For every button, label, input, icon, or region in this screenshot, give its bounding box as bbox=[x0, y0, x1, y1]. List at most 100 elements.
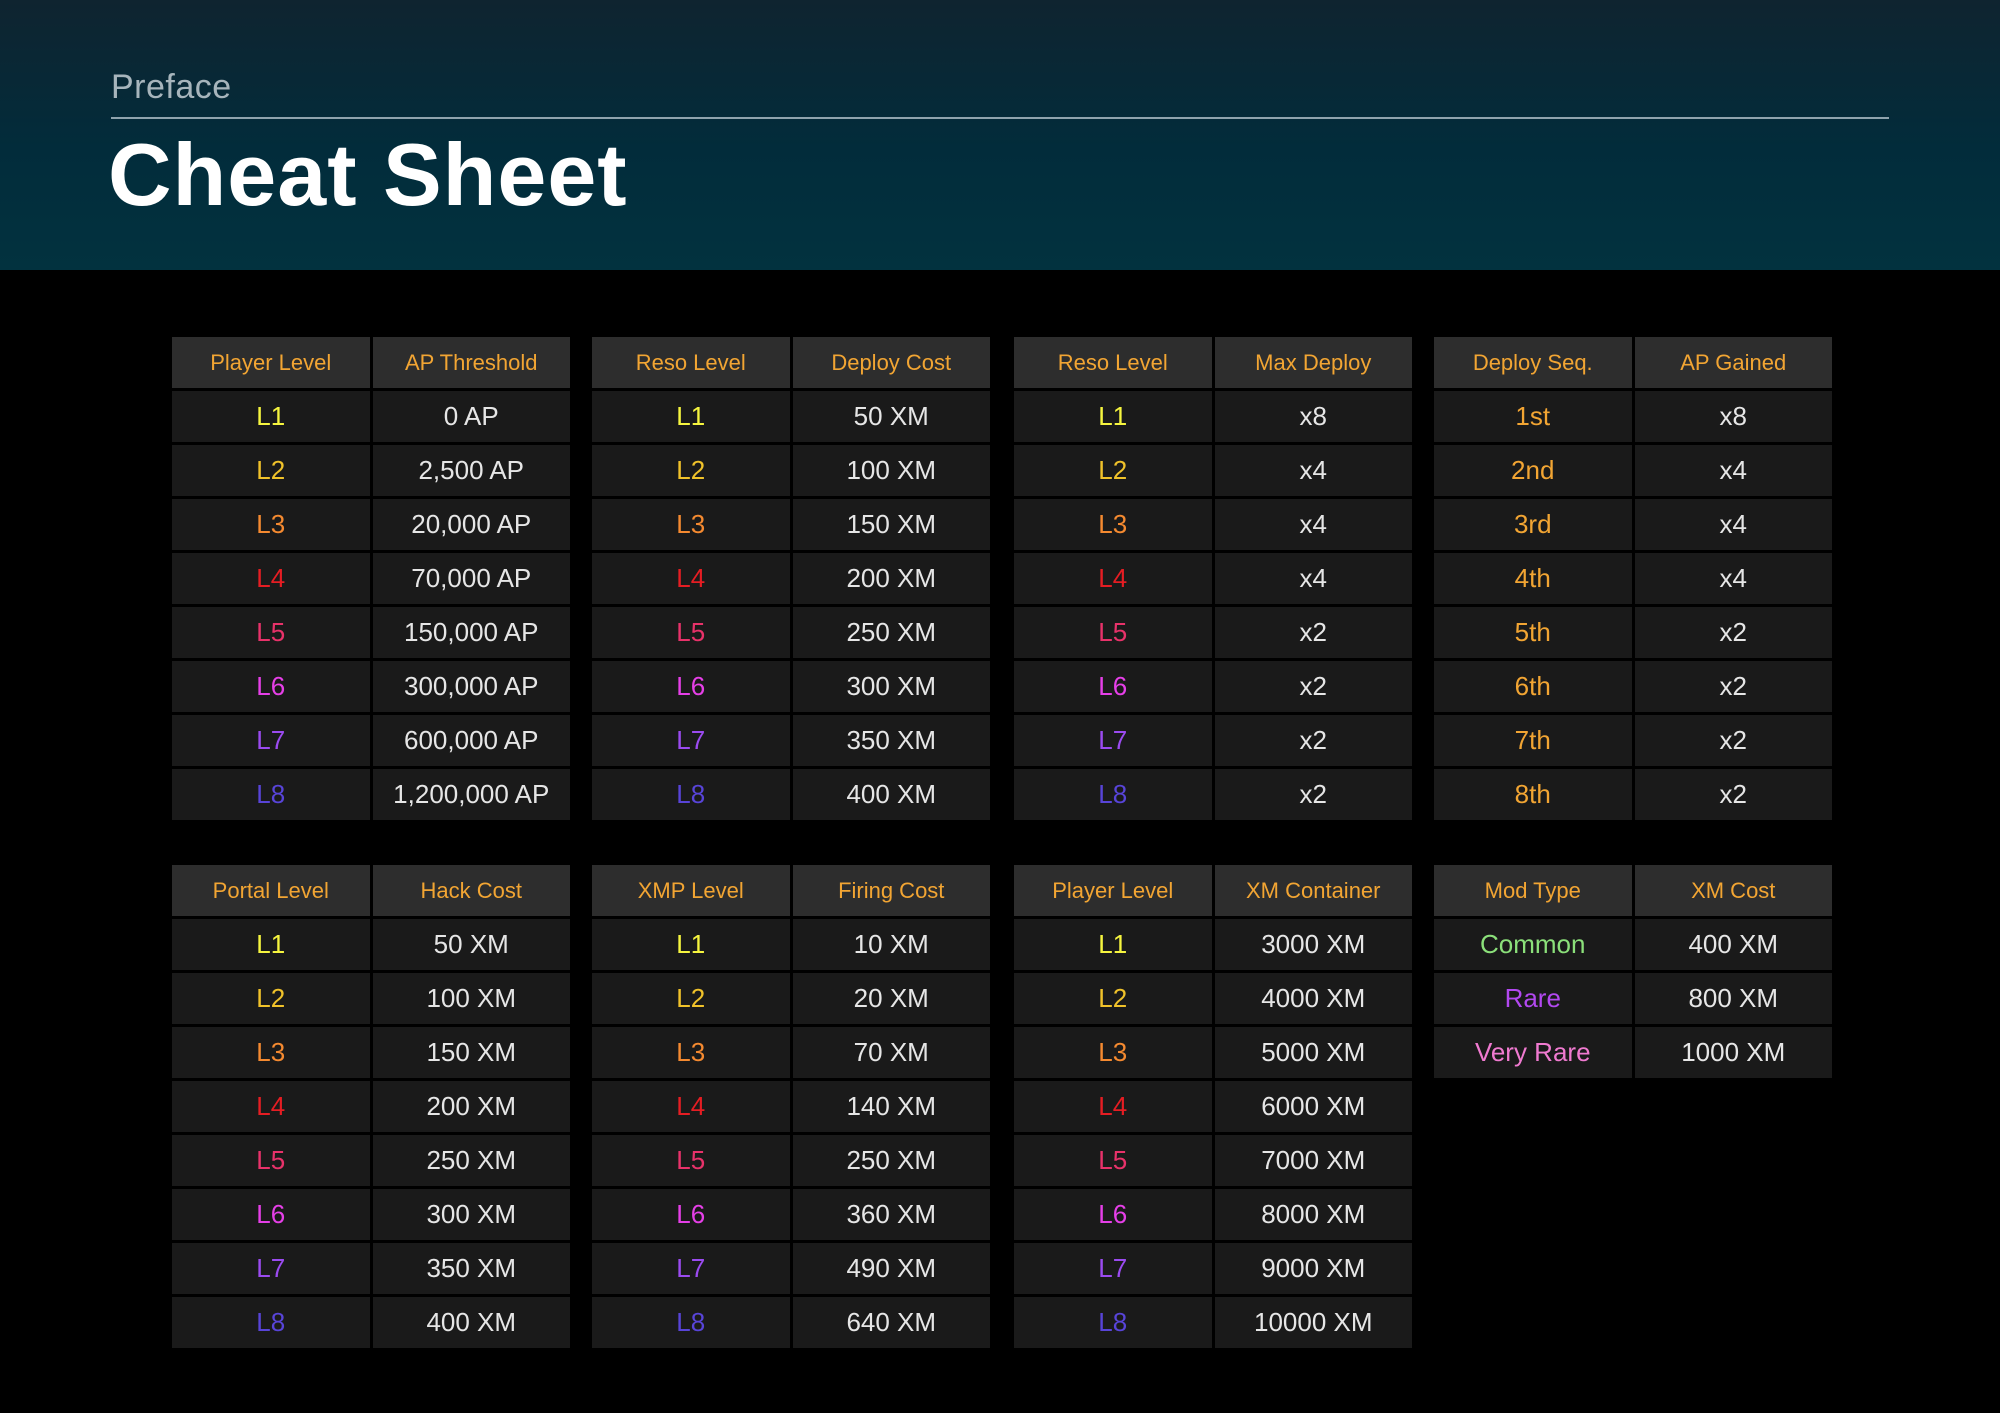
row-key: L3 bbox=[592, 1027, 793, 1081]
table-row: L3 150 XM bbox=[172, 1027, 570, 1081]
table-row: L4 6000 XM bbox=[1014, 1081, 1412, 1135]
row-key: 2nd bbox=[1434, 445, 1635, 499]
table-row: L7 350 XM bbox=[172, 1243, 570, 1297]
row-value: 8000 XM bbox=[1214, 1189, 1412, 1243]
row-key: L3 bbox=[592, 499, 793, 553]
column-header: Reso Level bbox=[1014, 337, 1215, 391]
table-row: L8 10000 XM bbox=[1014, 1297, 1412, 1348]
column-header: Reso Level bbox=[592, 337, 793, 391]
row-value: 100 XM bbox=[372, 973, 570, 1027]
table-row: Very Rare 1000 XM bbox=[1434, 1027, 1832, 1078]
row-value: 1000 XM bbox=[1634, 1027, 1832, 1078]
row-key: L6 bbox=[1014, 661, 1215, 715]
table-row: L6 8000 XM bbox=[1014, 1189, 1412, 1243]
row-key: Common bbox=[1434, 919, 1635, 973]
table-row: L4 200 XM bbox=[172, 1081, 570, 1135]
table-row: L4 x4 bbox=[1014, 553, 1412, 607]
table-row: L2 100 XM bbox=[172, 973, 570, 1027]
column-header: Firing Cost bbox=[792, 865, 990, 919]
row-value: 150,000 AP bbox=[372, 607, 570, 661]
row-key: L8 bbox=[172, 1297, 373, 1348]
row-value: 300 XM bbox=[792, 661, 990, 715]
table-row: L6 300 XM bbox=[172, 1189, 570, 1243]
table-header-row: Player Level AP Threshold bbox=[172, 337, 570, 391]
row-key: L7 bbox=[1014, 715, 1215, 769]
row-key: 7th bbox=[1434, 715, 1635, 769]
table-row: L2 x4 bbox=[1014, 445, 1412, 499]
row-key: L1 bbox=[172, 391, 373, 445]
row-key: L7 bbox=[592, 715, 793, 769]
row-key: L7 bbox=[172, 1243, 373, 1297]
header-divider bbox=[111, 117, 1889, 119]
row-value: x2 bbox=[1214, 769, 1412, 820]
table-header-row: XMP Level Firing Cost bbox=[592, 865, 990, 919]
row-value: 70,000 AP bbox=[372, 553, 570, 607]
row-key: L1 bbox=[592, 391, 793, 445]
table-row: 8th x2 bbox=[1434, 769, 1832, 820]
row-value: x8 bbox=[1214, 391, 1412, 445]
row-value: 250 XM bbox=[792, 607, 990, 661]
table-portal-hack-cost: Portal Level Hack Cost L1 50 XM L2 100 XM L3 15… bbox=[172, 865, 570, 1348]
table-reso-max-deploy: Reso Level Max Deploy L1 x8 L2 x4 L3 x4 L4 x4 L5 x2… bbox=[1014, 337, 1412, 820]
row-key: 6th bbox=[1434, 661, 1635, 715]
column-header: Deploy Cost bbox=[792, 337, 990, 391]
row-value: 9000 XM bbox=[1214, 1243, 1412, 1297]
row-key: L4 bbox=[1014, 553, 1215, 607]
row-value: 140 XM bbox=[792, 1081, 990, 1135]
row-value: 490 XM bbox=[792, 1243, 990, 1297]
table-row: L5 250 XM bbox=[592, 607, 990, 661]
table-row: L2 100 XM bbox=[592, 445, 990, 499]
table-row: L8 640 XM bbox=[592, 1297, 990, 1348]
row-key: L1 bbox=[1014, 391, 1215, 445]
table-row: L2 2,500 AP bbox=[172, 445, 570, 499]
row-value: 6000 XM bbox=[1214, 1081, 1412, 1135]
row-value: x2 bbox=[1634, 715, 1832, 769]
row-key: L5 bbox=[1014, 607, 1215, 661]
row-key: L8 bbox=[592, 769, 793, 820]
row-key: L8 bbox=[1014, 1297, 1215, 1348]
table-row: L5 150,000 AP bbox=[172, 607, 570, 661]
row-key: L2 bbox=[592, 973, 793, 1027]
row-key: 5th bbox=[1434, 607, 1635, 661]
row-value: 250 XM bbox=[792, 1135, 990, 1189]
row-key: L4 bbox=[172, 1081, 373, 1135]
row-key: L6 bbox=[172, 661, 373, 715]
row-value: x2 bbox=[1634, 769, 1832, 820]
table-row: L7 490 XM bbox=[592, 1243, 990, 1297]
table-row: L6 360 XM bbox=[592, 1189, 990, 1243]
column-header: XM Container bbox=[1214, 865, 1412, 919]
row-key: L2 bbox=[592, 445, 793, 499]
row-key: L7 bbox=[1014, 1243, 1215, 1297]
table-row: L8 400 XM bbox=[592, 769, 990, 820]
row-key: L2 bbox=[172, 973, 373, 1027]
table-row: L5 250 XM bbox=[172, 1135, 570, 1189]
table-row: L7 600,000 AP bbox=[172, 715, 570, 769]
table-row: L5 250 XM bbox=[592, 1135, 990, 1189]
row-key: 1st bbox=[1434, 391, 1635, 445]
row-value: 200 XM bbox=[792, 553, 990, 607]
row-key: L5 bbox=[172, 1135, 373, 1189]
row-value: 4000 XM bbox=[1214, 973, 1412, 1027]
row-key: L2 bbox=[172, 445, 373, 499]
row-key: 4th bbox=[1434, 553, 1635, 607]
table-row: L7 x2 bbox=[1014, 715, 1412, 769]
column-header: Player Level bbox=[172, 337, 373, 391]
row-value: x2 bbox=[1214, 661, 1412, 715]
row-value: 400 XM bbox=[372, 1297, 570, 1348]
row-key: L4 bbox=[592, 1081, 793, 1135]
table-reso-deploy-cost: Reso Level Deploy Cost L1 50 XM L2 100 XM L3 15… bbox=[592, 337, 990, 820]
row-key: 3rd bbox=[1434, 499, 1635, 553]
table-mod-xm-cost: Mod Type XM Cost Common 400 XM Rare 800 XM Ver… bbox=[1434, 865, 1832, 1078]
row-key: L7 bbox=[592, 1243, 793, 1297]
row-value: x4 bbox=[1634, 445, 1832, 499]
column-header: Player Level bbox=[1014, 865, 1215, 919]
row-key: L1 bbox=[592, 919, 793, 973]
column-header: AP Gained bbox=[1634, 337, 1832, 391]
table-xmp-firing-cost: XMP Level Firing Cost L1 10 XM L2 20 XM L3 70 X… bbox=[592, 865, 990, 1348]
row-value: x8 bbox=[1634, 391, 1832, 445]
table-row: L4 140 XM bbox=[592, 1081, 990, 1135]
table-header-row: Player Level XM Container bbox=[1014, 865, 1412, 919]
table-row: L2 20 XM bbox=[592, 973, 990, 1027]
table-row: L4 200 XM bbox=[592, 553, 990, 607]
row-value: 600,000 AP bbox=[372, 715, 570, 769]
